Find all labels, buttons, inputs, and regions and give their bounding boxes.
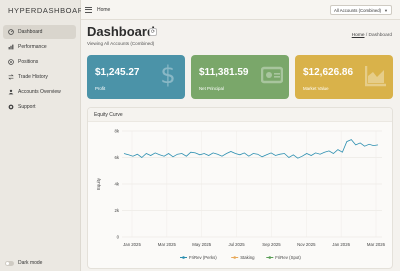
- market-value-card: $12,626.86 Market Value: [295, 55, 393, 99]
- brand-logo[interactable]: HYPERDASHBOARD: [0, 0, 89, 20]
- card-value: $1,245.27: [95, 67, 140, 78]
- sidebar-item-trade-history[interactable]: Trade History: [3, 70, 76, 84]
- accounts-icon: [7, 89, 14, 96]
- menu-icon[interactable]: [85, 6, 92, 13]
- positions-icon: [7, 59, 14, 66]
- sidebar-item-label: Dashboard: [18, 29, 43, 35]
- y-axis-label: Equity: [96, 177, 101, 190]
- breadcrumb-home-link[interactable]: Home: [352, 33, 365, 38]
- trade-history-icon: [7, 74, 14, 81]
- account-select[interactable]: All Accounts (Combined) ▼: [330, 5, 392, 15]
- y-tick-label: 2k: [114, 208, 119, 213]
- svg-text:$: $: [160, 63, 175, 87]
- account-select-value: All Accounts (Combined): [334, 7, 382, 13]
- dark-mode-toggle[interactable]: Dark mode: [5, 260, 42, 266]
- breadcrumb-separator: /: [365, 33, 368, 38]
- x-tick-label: Nov 2025: [297, 242, 316, 247]
- sidebar-item-label: Performance: [18, 44, 47, 50]
- sidebar-item-label: Trade History: [18, 74, 48, 80]
- dollar-icon: $: [160, 63, 175, 87]
- card-label: Market Value: [303, 86, 329, 91]
- sidebar-item-positions[interactable]: Positions: [3, 55, 76, 69]
- x-tick-label: Jul 2025: [228, 242, 245, 247]
- sidebar-item-label: Positions: [18, 59, 39, 65]
- legend-label: FriRev (Spot): [275, 255, 301, 260]
- topbar: Home All Accounts (Combined) ▼: [81, 0, 400, 20]
- series-line: [123, 139, 379, 159]
- y-tick-label: 6k: [114, 155, 119, 160]
- toggle-switch[interactable]: [5, 260, 14, 266]
- money-icon: [261, 66, 283, 84]
- equity-chart[interactable]: 0 2k 4k 6k 8k Equity Jan 2025 Mar 2025 May 2025 J…: [88, 123, 394, 269]
- legend-marker: [268, 256, 272, 259]
- area-chart-icon: [365, 66, 386, 87]
- page-subtitle: Viewing All Accounts (Combined): [87, 41, 155, 46]
- legend-label: Staking: [240, 255, 255, 260]
- equity-curve-card: Equity Curve 0 2k 4k 6k 8k Equity Jan 2025 Mar …: [87, 107, 393, 269]
- x-tick-label: Sep 2025: [262, 242, 281, 247]
- chart-title: Equity Curve: [88, 108, 392, 122]
- dashboard-icon: [7, 29, 14, 36]
- sidebar-item-label: Accounts Overview: [18, 89, 61, 95]
- profit-card: $1,245.27 Profit $: [87, 55, 185, 99]
- chevron-down-icon: ▼: [384, 8, 388, 13]
- page-title: Dashboard: [87, 24, 155, 39]
- legend-marker: [182, 256, 185, 259]
- sidebar-item-dashboard[interactable]: Dashboard: [3, 25, 76, 39]
- sidebar-item-accounts-overview[interactable]: Accounts Overview: [3, 85, 76, 99]
- card-label: Profit: [95, 86, 106, 91]
- summary-cards: $1,245.27 Profit $ $11,381.59 Net Princi…: [87, 55, 393, 99]
- net-principal-card: $11,381.59 Net Principal: [191, 55, 289, 99]
- card-value: $11,381.59: [199, 67, 249, 78]
- breadcrumb-current: Dashboard: [368, 33, 392, 38]
- sidebar-item-performance[interactable]: Performance: [3, 40, 76, 54]
- sidebar-item-support[interactable]: Support: [3, 100, 76, 114]
- sidebar-nav: Dashboard Performance Positions Trade Hi…: [0, 25, 80, 114]
- y-tick-label: 8k: [114, 129, 119, 134]
- legend-label: FriRev (Perks): [189, 255, 217, 260]
- topbar-title: Home: [97, 6, 111, 13]
- y-tick-label: 4k: [114, 182, 119, 187]
- y-tick-label: 0: [117, 235, 120, 240]
- performance-icon: [7, 44, 14, 51]
- x-tick-label: May 2025: [192, 242, 211, 247]
- sidebar-item-label: Support: [18, 104, 36, 110]
- legend-marker: [233, 256, 236, 259]
- main-content: Dashboard ⟳ Viewing All Accounts (Combin…: [81, 20, 400, 271]
- sidebar: HYPERDASHBOARD Dashboard Performance Pos…: [0, 0, 89, 271]
- refresh-button[interactable]: ⟳: [149, 28, 157, 36]
- x-tick-label: Jan 2026: [332, 242, 350, 247]
- support-icon: [7, 104, 14, 111]
- x-tick-label: Mar 2026: [367, 242, 386, 247]
- x-tick-label: Jan 2025: [123, 242, 141, 247]
- dark-mode-label: Dark mode: [18, 260, 43, 266]
- card-value: $12,626.86: [303, 67, 354, 78]
- x-tick-label: Mar 2025: [158, 242, 177, 247]
- breadcrumb: Home / Dashboard: [352, 33, 392, 38]
- refresh-icon: ⟳: [150, 29, 156, 35]
- card-label: Net Principal: [199, 86, 224, 91]
